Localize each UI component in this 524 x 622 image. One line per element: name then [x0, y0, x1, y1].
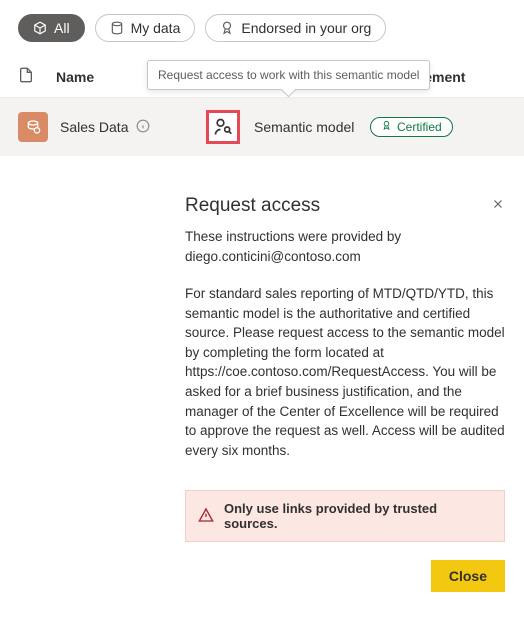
endorsement-badge: Certified — [370, 117, 453, 137]
dialog-body: For standard sales reporting of MTD/QTD/… — [185, 284, 505, 460]
filter-chip-my-data[interactable]: My data — [95, 14, 196, 42]
dataset-icon — [18, 112, 48, 142]
filter-bar: All My data Endorsed in your org — [0, 0, 524, 52]
info-icon[interactable] — [136, 119, 150, 136]
filter-chip-label: All — [54, 20, 70, 36]
row-type-cell: Semantic model — [254, 119, 370, 135]
table-header-row: Name Type Endorsement Request access to … — [0, 66, 524, 98]
tooltip: Request access to work with this semanti… — [147, 60, 430, 90]
warning-text: Only use links provided by trusted sourc… — [224, 501, 492, 531]
filter-chip-label: Endorsed in your org — [241, 20, 371, 36]
database-icon — [110, 21, 124, 35]
person-key-icon — [213, 117, 233, 137]
warning-icon — [198, 507, 214, 526]
data-table: Name Type Endorsement Request access to … — [0, 66, 524, 156]
close-button[interactable]: Close — [431, 560, 505, 592]
filter-chip-all[interactable]: All — [18, 14, 85, 42]
file-icon — [18, 66, 56, 87]
request-access-button[interactable] — [206, 110, 240, 144]
dialog-intro: These instructions were provided by dieg… — [185, 227, 505, 266]
filter-chip-endorsed[interactable]: Endorsed in your org — [205, 14, 386, 42]
filter-chip-label: My data — [131, 20, 181, 36]
warning-banner: Only use links provided by trusted sourc… — [185, 490, 505, 542]
request-access-dialog: Request access These instructions were p… — [185, 195, 505, 592]
row-name-cell: Sales Data — [60, 119, 206, 136]
table-row[interactable]: Sales Data Semantic model Certified — [0, 98, 524, 156]
dialog-title: Request access — [185, 195, 320, 217]
cube-icon — [33, 21, 47, 35]
badge-label: Certified — [397, 120, 442, 134]
ribbon-icon — [381, 120, 392, 134]
close-icon[interactable] — [491, 197, 505, 215]
row-name-label: Sales Data — [60, 119, 128, 135]
ribbon-icon — [220, 21, 234, 35]
